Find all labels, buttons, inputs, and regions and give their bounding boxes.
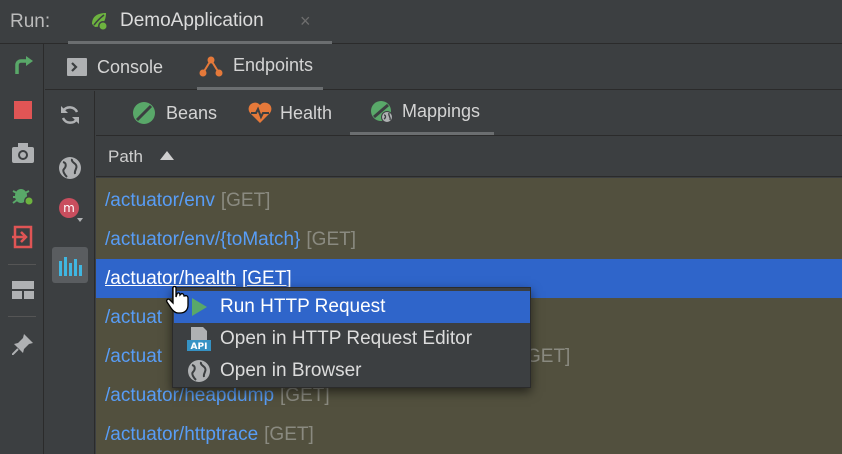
- run-sub-tabs: Console Endpoints: [45, 44, 842, 90]
- endpoints-side-toolbar: m: [45, 91, 95, 454]
- run-label: Run:: [10, 11, 51, 32]
- health-icon: [248, 102, 272, 124]
- menu-item-run-http-request[interactable]: Run HTTP Request: [174, 291, 530, 323]
- toolbar-separator: [8, 264, 36, 265]
- layout-icon[interactable]: [10, 277, 36, 303]
- row-method: [GET]: [280, 385, 330, 406]
- row-method: [GET]: [241, 268, 292, 289]
- svg-text:m: m: [63, 201, 75, 215]
- path-column-header[interactable]: Path: [96, 135, 842, 177]
- sort-ascending-icon[interactable]: [160, 151, 174, 160]
- toolbar-separator: [8, 316, 36, 317]
- endpoints-icon: [199, 55, 223, 77]
- mappings-icon: [370, 100, 394, 124]
- tab-endpoints-label: Endpoints: [233, 55, 314, 75]
- row-method: [GET]: [220, 190, 271, 211]
- tab-mappings[interactable]: Mappings: [350, 91, 495, 135]
- tab-endpoints[interactable]: Endpoints: [197, 44, 324, 90]
- row-path[interactable]: /actuator/env/{toMatch}: [105, 229, 300, 250]
- tab-health[interactable]: Health: [248, 91, 332, 135]
- tab-console[interactable]: Console: [67, 44, 163, 90]
- menu-item-label: Open in HTTP Request Editor: [220, 328, 473, 349]
- spring-boot-app-icon: [88, 10, 110, 32]
- path-column-label: Path: [108, 147, 143, 166]
- exit-icon[interactable]: [10, 224, 36, 250]
- pin-icon[interactable]: [10, 331, 36, 357]
- globe-icon: [186, 358, 212, 384]
- menu-item-open-http-editor[interactable]: API Open in HTTP Request Editor: [174, 323, 530, 355]
- row-path[interactable]: /actuator/heapdump: [105, 385, 274, 406]
- beans-icon: [132, 101, 156, 125]
- hand-cursor-icon: [166, 285, 190, 315]
- row-path[interactable]: /actuat: [105, 307, 162, 328]
- run-tab-demo-application[interactable]: DemoApplication ×: [68, 0, 332, 44]
- table-row[interactable]: /actuator/env/{toMatch} [GET]: [96, 220, 842, 259]
- tab-beans[interactable]: Beans: [132, 91, 217, 135]
- console-icon: [67, 58, 87, 76]
- run-tab-title: DemoApplication: [120, 10, 264, 31]
- tab-mappings-label: Mappings: [402, 101, 481, 121]
- table-row[interactable]: /actuator/env [GET]: [96, 181, 842, 220]
- row-method: [GET]: [306, 229, 357, 250]
- table-row[interactable]: /actuator/httptrace [GET]: [96, 415, 842, 454]
- endpoint-category-tabs: Beans Health Mappings: [96, 91, 842, 135]
- row-path[interactable]: /actuator/httptrace: [105, 424, 258, 445]
- api-file-icon: API: [186, 326, 212, 352]
- row-method: GET]: [526, 346, 571, 367]
- refresh-icon[interactable]: [57, 102, 83, 128]
- row-path[interactable]: /actuat: [105, 346, 162, 367]
- run-toolbar: Run: DemoApplication ×: [0, 0, 842, 44]
- tab-console-label: Console: [97, 56, 164, 77]
- context-menu: Run HTTP Request API Open in HTTP Reques…: [172, 287, 531, 388]
- tab-beans-label: Beans: [166, 102, 218, 123]
- row-path[interactable]: /actuator/env: [105, 190, 215, 211]
- menu-item-label: Open in Browser: [220, 360, 362, 381]
- stop-icon[interactable]: [10, 97, 36, 123]
- row-method: [GET]: [264, 424, 314, 445]
- close-tab-icon[interactable]: ×: [300, 11, 311, 32]
- screenshot-camera-icon[interactable]: [10, 140, 36, 166]
- globe-icon[interactable]: [57, 155, 83, 181]
- menu-item-label: Run HTTP Request: [220, 296, 386, 317]
- run-left-toolbar: [0, 44, 44, 454]
- module-icon[interactable]: m: [57, 197, 83, 223]
- svg-text:API: API: [191, 342, 208, 352]
- rerun-icon[interactable]: [10, 55, 36, 81]
- tab-health-label: Health: [280, 102, 333, 123]
- menu-item-open-in-browser[interactable]: Open in Browser: [174, 355, 530, 387]
- diagram-icon[interactable]: [52, 247, 88, 283]
- debug-bug-icon[interactable]: [10, 182, 36, 208]
